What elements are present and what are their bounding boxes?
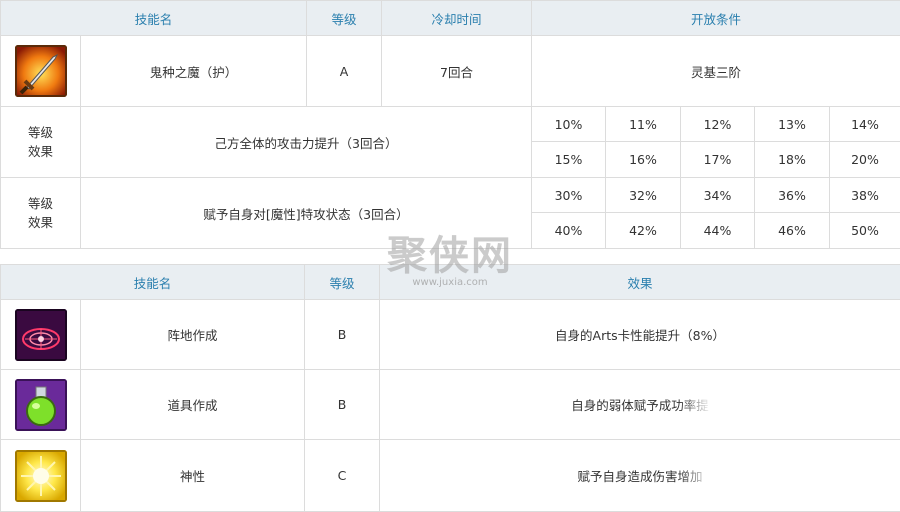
skill-name: 鬼种之魔（护） xyxy=(81,36,307,107)
header-cooldown: 冷却时间 xyxy=(382,1,532,36)
level-value: 46% xyxy=(755,213,830,249)
level-value: 36% xyxy=(755,178,830,213)
level-value: 16% xyxy=(606,142,681,178)
active-skill-table: 技能名 等级 冷却时间 开放条件 鬼种之魔（护） A 7回合 灵基三阶 等级 效… xyxy=(0,0,900,249)
level-value: 11% xyxy=(606,107,681,142)
skill-icon-cell xyxy=(1,300,81,370)
skill-icon-cell xyxy=(1,36,81,107)
passive-name: 阵地作成 xyxy=(81,300,305,370)
skill-icon-cell xyxy=(1,370,81,440)
header-skill-name: 技能名 xyxy=(1,265,305,300)
level-value: 20% xyxy=(830,142,900,178)
skill-rank: A xyxy=(307,36,382,107)
level-value: 34% xyxy=(681,178,755,213)
level-value: 15% xyxy=(532,142,606,178)
level-value: 42% xyxy=(606,213,681,249)
level-value: 40% xyxy=(532,213,606,249)
level-value: 32% xyxy=(606,178,681,213)
potion-flask-icon xyxy=(15,379,67,431)
passive-name: 神性 xyxy=(81,440,305,512)
effect-row: 等级 效果 赋予自身对[魔性]特攻状态（3回合） 30% 32% 34% 36%… xyxy=(1,178,900,213)
table-header-row: 技能名 等级 冷却时间 开放条件 xyxy=(1,1,900,36)
effect-row: 等级 效果 己方全体的攻击力提升（3回合） 10% 11% 12% 13% 14… xyxy=(1,107,900,142)
divinity-sun-icon xyxy=(15,450,67,502)
effect-label: 等级 效果 xyxy=(1,107,81,178)
effect-label: 等级 效果 xyxy=(1,178,81,249)
passive-row: 道具作成 B 自身的弱体赋予成功率提 xyxy=(1,370,900,440)
passive-effect: 赋予自身造成伤害增加 xyxy=(380,440,900,512)
level-value: 50% xyxy=(830,213,900,249)
passive-row: 神性 C 赋予自身造成伤害增加 xyxy=(1,440,900,512)
table-header-row: 技能名 等级 效果 xyxy=(1,265,900,300)
sword-icon xyxy=(15,45,67,97)
level-value: 44% xyxy=(681,213,755,249)
header-rank: 等级 xyxy=(305,265,380,300)
level-value: 38% xyxy=(830,178,900,213)
passive-rank: B xyxy=(305,300,380,370)
skill-row: 鬼种之魔（护） A 7回合 灵基三阶 xyxy=(1,36,900,107)
level-value: 12% xyxy=(681,107,755,142)
passive-rank: B xyxy=(305,370,380,440)
effect-description: 己方全体的攻击力提升（3回合） xyxy=(81,107,532,178)
effect-description: 赋予自身对[魔性]特攻状态（3回合） xyxy=(81,178,532,249)
level-value: 17% xyxy=(681,142,755,178)
passive-rank: C xyxy=(305,440,380,512)
passive-name: 道具作成 xyxy=(81,370,305,440)
skill-cooldown: 7回合 xyxy=(382,36,532,107)
level-value: 30% xyxy=(532,178,606,213)
passive-effect: 自身的弱体赋予成功率提 xyxy=(380,370,900,440)
header-rank: 等级 xyxy=(307,1,382,36)
level-value: 18% xyxy=(755,142,830,178)
header-unlock: 开放条件 xyxy=(532,1,900,36)
header-skill-name: 技能名 xyxy=(1,1,307,36)
level-value: 13% xyxy=(755,107,830,142)
skill-icon-cell xyxy=(1,440,81,512)
passive-skill-table: 技能名 等级 效果 阵地作成 B 自身的Arts卡性能提升（8%） xyxy=(0,264,900,512)
passive-row: 阵地作成 B 自身的Arts卡性能提升（8%） xyxy=(1,300,900,370)
skill-unlock: 灵基三阶 xyxy=(532,36,900,107)
magic-circle-icon xyxy=(15,309,67,361)
passive-effect: 自身的Arts卡性能提升（8%） xyxy=(380,300,900,370)
header-effect: 效果 xyxy=(380,265,900,300)
level-value: 14% xyxy=(830,107,900,142)
level-value: 10% xyxy=(532,107,606,142)
